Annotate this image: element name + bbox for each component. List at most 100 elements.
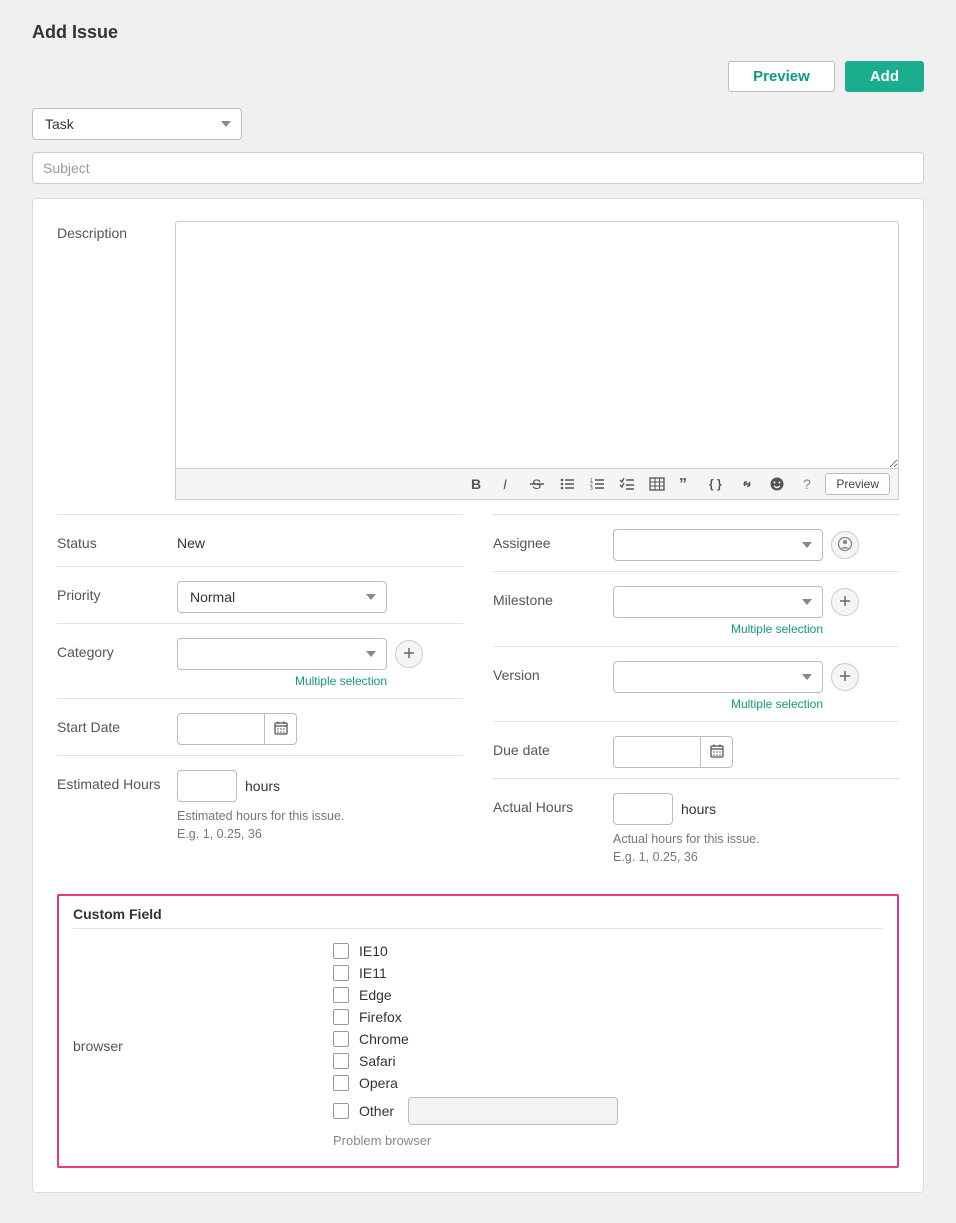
assignee-label: Assignee: [493, 529, 613, 551]
checklist-icon[interactable]: [617, 474, 637, 494]
hours-unit: hours: [245, 778, 280, 794]
plus-icon: [402, 646, 416, 663]
actual-hours-help1: Actual hours for this issue.: [613, 831, 899, 849]
category-multi-link[interactable]: Multiple selection: [177, 674, 387, 688]
plus-icon: [838, 669, 852, 686]
chevron-down-icon: [802, 599, 812, 605]
est-hours-help2: E.g. 1, 0.25, 36: [177, 826, 463, 844]
svg-text:”: ”: [679, 476, 687, 492]
actual-hours-help2: E.g. 1, 0.25, 36: [613, 849, 899, 867]
due-date-picker-button[interactable]: [700, 737, 732, 767]
actual-hours-input[interactable]: [613, 793, 673, 825]
custom-field-help: Problem browser: [333, 1133, 618, 1148]
browser-option: IE10: [333, 943, 618, 959]
assignee-select[interactable]: [613, 529, 823, 561]
italic-icon[interactable]: I: [497, 474, 517, 494]
add-category-button[interactable]: [395, 640, 423, 668]
checkbox[interactable]: [333, 965, 349, 981]
other-browser-input[interactable]: [408, 1097, 618, 1125]
checkbox-label: Chrome: [359, 1031, 409, 1047]
estimated-hours-input[interactable]: [177, 770, 237, 802]
ordered-list-icon[interactable]: 123: [587, 474, 607, 494]
strikethrough-icon[interactable]: S: [527, 474, 547, 494]
calendar-icon: [709, 743, 725, 762]
quote-icon[interactable]: ”: [677, 474, 697, 494]
description-label: Description: [57, 221, 157, 500]
checkbox[interactable]: [333, 1009, 349, 1025]
version-multi-link[interactable]: Multiple selection: [613, 697, 823, 711]
user-icon: [837, 536, 853, 555]
milestone-multi-link[interactable]: Multiple selection: [613, 622, 823, 636]
version-label: Version: [493, 661, 613, 683]
start-date-picker-button[interactable]: [264, 714, 296, 744]
custom-field-section: Custom Field browser IE10IE11EdgeFirefox…: [57, 894, 899, 1168]
help-icon[interactable]: ?: [797, 474, 817, 494]
checkbox[interactable]: [333, 1075, 349, 1091]
chevron-down-icon: [802, 542, 812, 548]
milestone-label: Milestone: [493, 586, 613, 608]
link-icon[interactable]: [737, 474, 757, 494]
checkbox-label: IE10: [359, 943, 388, 959]
add-milestone-button[interactable]: [831, 588, 859, 616]
est-hours-help1: Estimated hours for this issue.: [177, 808, 463, 826]
milestone-select[interactable]: [613, 586, 823, 618]
subject-input[interactable]: [32, 152, 924, 184]
checkbox-label: Edge: [359, 987, 392, 1003]
code-icon[interactable]: { }: [707, 474, 727, 494]
plus-icon: [838, 594, 852, 611]
due-date-label: Due date: [493, 736, 613, 758]
chevron-down-icon: [366, 651, 376, 657]
checkbox[interactable]: [333, 1053, 349, 1069]
checkbox[interactable]: [333, 943, 349, 959]
issue-type-select[interactable]: Task: [32, 108, 242, 140]
add-button[interactable]: Add: [845, 61, 924, 92]
checkbox-label: IE11: [359, 965, 387, 981]
browser-option: Edge: [333, 987, 618, 1003]
start-date-input[interactable]: [178, 714, 264, 744]
checkbox[interactable]: [333, 1103, 349, 1119]
page-title: Add Issue: [32, 22, 924, 43]
priority-select[interactable]: Normal: [177, 581, 387, 613]
svg-text:3: 3: [590, 486, 593, 492]
calendar-icon: [273, 720, 289, 739]
checkbox[interactable]: [333, 987, 349, 1003]
svg-text:?: ?: [803, 476, 811, 492]
category-select[interactable]: [177, 638, 387, 670]
estimated-hours-label: Estimated Hours: [57, 770, 177, 792]
category-label: Category: [57, 638, 177, 660]
hours-unit: hours: [681, 801, 716, 817]
svg-text:B: B: [471, 476, 481, 492]
editor-preview-button[interactable]: Preview: [825, 473, 890, 495]
start-date-label: Start Date: [57, 713, 177, 735]
svg-text:I: I: [503, 476, 507, 492]
bold-icon[interactable]: B: [467, 474, 487, 494]
checkbox-label: Firefox: [359, 1009, 402, 1025]
emoji-icon[interactable]: [767, 474, 787, 494]
chevron-down-icon: [366, 594, 376, 600]
preview-button[interactable]: Preview: [728, 61, 835, 92]
actual-hours-label: Actual Hours: [493, 793, 613, 815]
status-value: New: [177, 529, 463, 551]
browser-option: Safari: [333, 1053, 618, 1069]
custom-field-label: browser: [73, 943, 333, 1148]
browser-option: IE11: [333, 965, 618, 981]
editor-toolbar: B I S 123 ” { } ? Preview: [175, 469, 899, 500]
checkbox-label: Opera: [359, 1075, 398, 1091]
unordered-list-icon[interactable]: [557, 474, 577, 494]
checkbox-label: Safari: [359, 1053, 396, 1069]
checkbox-label: Other: [359, 1103, 394, 1119]
version-select[interactable]: [613, 661, 823, 693]
description-textarea[interactable]: [175, 221, 899, 469]
browser-option: Firefox: [333, 1009, 618, 1025]
checkbox[interactable]: [333, 1031, 349, 1047]
priority-label: Priority: [57, 581, 177, 603]
due-date-input[interactable]: [614, 737, 700, 767]
browser-option: Opera: [333, 1075, 618, 1091]
issue-type-value: Task: [45, 116, 74, 132]
priority-value: Normal: [190, 589, 235, 605]
table-icon[interactable]: [647, 474, 667, 494]
chevron-down-icon: [802, 674, 812, 680]
add-version-button[interactable]: [831, 663, 859, 691]
assign-to-me-button[interactable]: [831, 531, 859, 559]
browser-option: Chrome: [333, 1031, 618, 1047]
